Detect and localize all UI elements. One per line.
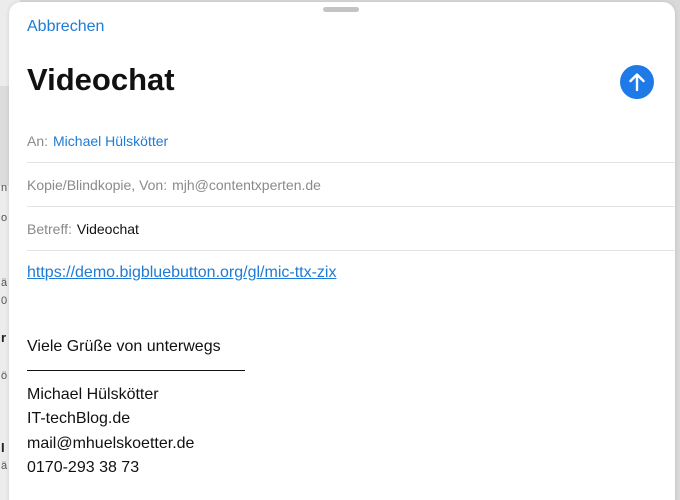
sheet-grabber-handle[interactable] — [323, 7, 359, 12]
subject-field[interactable]: Betreff: Videochat — [27, 207, 675, 251]
background-text: ö — [1, 370, 8, 382]
signature-line: IT-techBlog.de — [27, 410, 131, 427]
background-text: ä — [1, 277, 8, 289]
from-address[interactable]: mjh@contentxperten.de — [172, 177, 321, 193]
to-field[interactable]: An: Michael Hülskötter — [27, 119, 675, 163]
subject-input[interactable]: Videochat — [77, 221, 139, 237]
signature-line: mail@mhuelskoetter.de — [27, 435, 195, 452]
signature-line: 0170-293 38 73 — [27, 459, 140, 476]
compose-sheet: Abbrechen Videochat An: Michael Hülskött… — [9, 2, 675, 500]
background-text: n — [1, 182, 8, 194]
recipient-token[interactable]: Michael Hülskötter — [53, 133, 168, 149]
signature-divider — [27, 370, 245, 371]
background-text: r — [1, 330, 7, 345]
greeting-text: Viele Grüße von unterwegs — [27, 338, 221, 355]
background-text: I — [1, 440, 5, 455]
to-label: An: — [27, 132, 49, 149]
background-text: o — [1, 212, 8, 224]
send-button[interactable] — [620, 65, 654, 99]
background-text: 0 — [1, 295, 8, 307]
subject-label: Betreff: — [27, 220, 72, 237]
background-text: ä — [1, 460, 8, 472]
meeting-link[interactable]: https://demo.bigbluebutton.org/gl/mic-tt… — [27, 264, 336, 282]
arrow-up-icon — [629, 73, 645, 92]
compose-title: Videochat — [27, 62, 175, 97]
cc-bcc-from-field[interactable]: Kopie/Blindkopie, Von: mjh@contentxperte… — [27, 163, 675, 207]
cc-bcc-from-label: Kopie/Blindkopie, Von: — [27, 176, 168, 193]
signature-line: Michael Hülskötter — [27, 386, 159, 403]
cancel-button[interactable]: Abbrechen — [27, 18, 104, 36]
